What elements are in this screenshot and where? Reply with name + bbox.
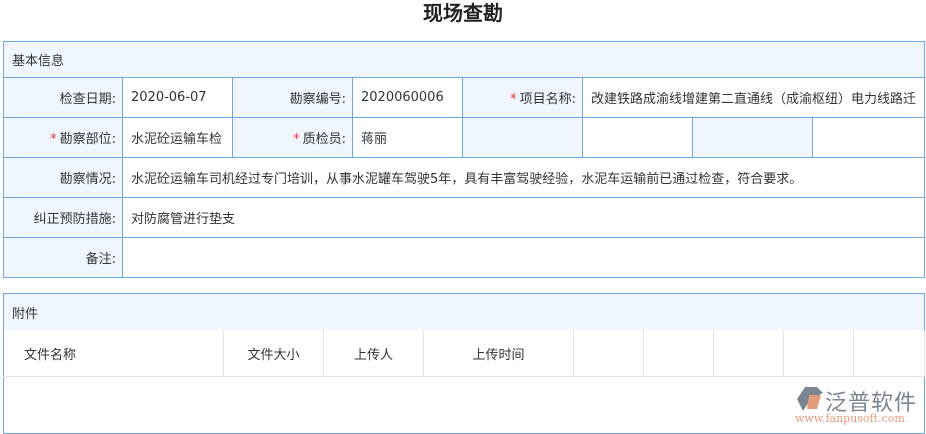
column-empty (713, 330, 784, 377)
survey-no-value: 2020060006 (352, 77, 463, 118)
survey-no-label: 勘察编号: (232, 77, 353, 118)
basic-info-table: 基本信息 检查日期: 2020-06-07 勘察编号: 2020060006 *… (2, 41, 926, 278)
part-label-text: 勘察部位: (59, 132, 116, 147)
project-value: 改建铁路成渝线增建第二直通线（成渝枢纽）电力线路迁 (581, 77, 926, 118)
inspector-label: * 质检员: (232, 117, 353, 158)
column-uploader: 上传人 (323, 330, 424, 377)
situation-label: 勘察情况: (3, 157, 123, 198)
fanpu-logo: 泛普软件 www.fanpusoft.com (795, 385, 920, 425)
attachments-table: 附件 文件名称 文件大小 上传人 上传时间 (3, 293, 926, 434)
column-file-size: 文件大小 (223, 330, 324, 377)
project-label: * 项目名称: (462, 77, 583, 118)
empty-value (811, 117, 926, 158)
part-label: * 勘察部位: (3, 117, 123, 158)
measures-value: 对防腐管进行垫支 (121, 197, 926, 238)
inspector-value: 蒋丽 (352, 117, 463, 158)
measures-label: 纠正预防措施: (3, 197, 123, 238)
required-mark: * (50, 132, 57, 147)
section-header-basic: 基本信息 (2, 41, 926, 78)
column-empty (573, 330, 644, 377)
logo-mark-icon (797, 387, 823, 411)
part-value: 水泥砼运输车检 (122, 117, 233, 158)
page-title: 现场查勘 (423, 1, 503, 25)
column-file-name: 文件名称 (3, 330, 224, 377)
required-mark: * (293, 132, 300, 147)
column-empty (853, 330, 926, 377)
situation-value: 水泥砼运输车司机经过专门培训，从事水泥罐车驾驶5年，具有丰富驾驶经验，水泥车运输… (121, 157, 926, 198)
logo-url: www.fanpusoft.com (795, 412, 905, 425)
empty-label (692, 117, 813, 158)
required-mark: * (510, 92, 517, 107)
column-empty (783, 330, 854, 377)
check-date-value: 2020-06-07 (122, 77, 233, 118)
column-empty (643, 330, 714, 377)
column-upload-time: 上传时间 (423, 330, 574, 377)
inspector-label-text: 质检员: (302, 132, 346, 147)
attachments-body (4, 377, 925, 434)
project-label-text: 项目名称: (519, 92, 576, 107)
remark-value (121, 237, 926, 278)
remark-label: 备注: (3, 237, 123, 278)
empty-value (582, 117, 693, 158)
check-date-label: 检查日期: (3, 77, 123, 118)
section-header-attachments: 附件 (3, 293, 925, 330)
empty-label (462, 117, 583, 158)
